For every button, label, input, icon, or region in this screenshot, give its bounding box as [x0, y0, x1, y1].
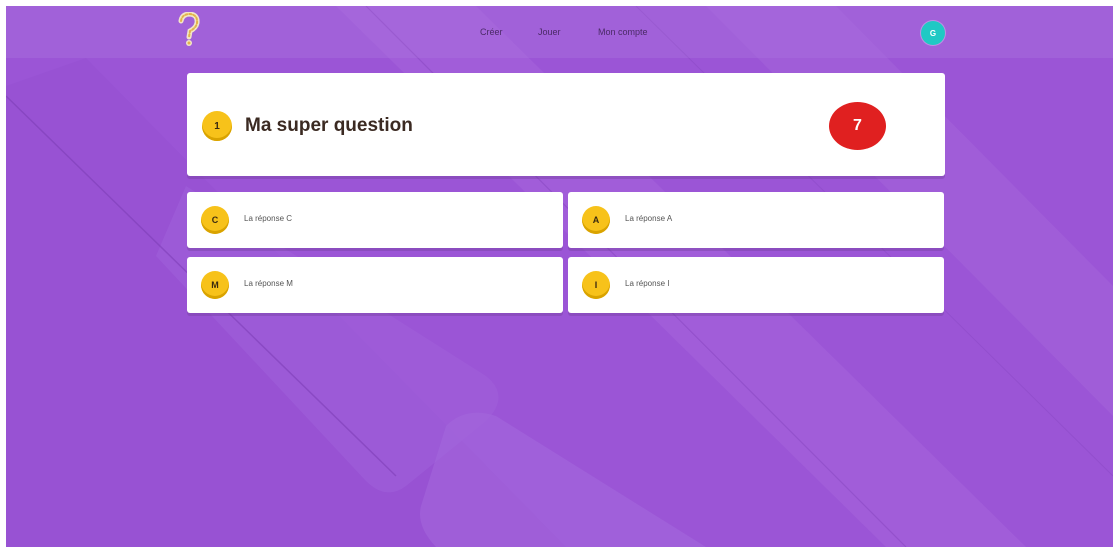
answer-letter-badge: A	[582, 206, 610, 234]
answer-letter-badge: M	[201, 271, 229, 299]
question-text: Ma super question	[245, 115, 413, 136]
user-avatar[interactable]: G	[921, 21, 945, 45]
countdown-timer: 7	[829, 102, 886, 150]
answer-option-i[interactable]: I La réponse I	[568, 257, 944, 313]
question-number-badge: 1	[202, 111, 232, 141]
answer-letter-badge: C	[201, 206, 229, 234]
answer-text: La réponse I	[625, 279, 670, 288]
answer-text: La réponse M	[244, 279, 293, 288]
nav-item-mon-compte[interactable]: Mon compte	[598, 27, 648, 37]
top-header: Créer Jouer Mon compte G	[6, 6, 1113, 58]
question-mark-logo-icon[interactable]	[176, 12, 202, 48]
answer-option-c[interactable]: C La réponse C	[187, 192, 563, 248]
answer-option-a[interactable]: A La réponse A	[568, 192, 944, 248]
answer-text: La réponse C	[244, 214, 293, 223]
app-window: Créer Jouer Mon compte G 1 Ma super ques…	[6, 6, 1113, 547]
answer-letter-badge: I	[582, 271, 610, 299]
answer-option-m[interactable]: M La réponse M	[187, 257, 563, 313]
nav-item-jouer[interactable]: Jouer	[538, 27, 561, 37]
question-card: 1 Ma super question 7	[187, 73, 945, 176]
nav-item-creer[interactable]: Créer	[480, 27, 503, 37]
answer-text: La réponse A	[625, 214, 673, 223]
